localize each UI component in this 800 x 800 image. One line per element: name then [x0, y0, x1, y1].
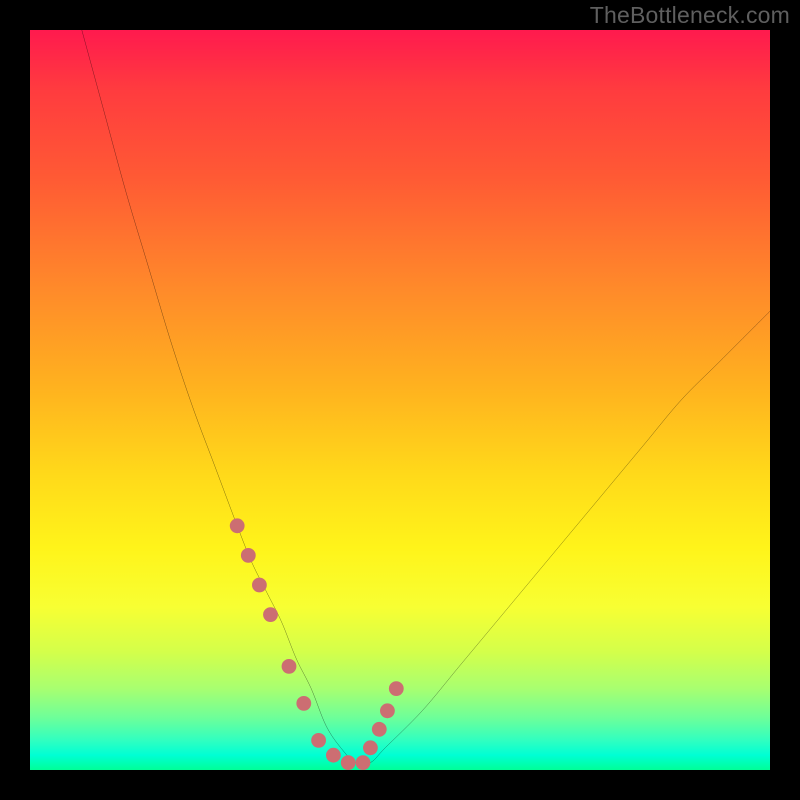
- threshold-dot: [389, 681, 404, 696]
- threshold-dot: [326, 748, 341, 763]
- threshold-dot: [311, 733, 326, 748]
- threshold-dot: [230, 518, 245, 533]
- threshold-dot: [241, 548, 256, 563]
- threshold-dot: [380, 703, 395, 718]
- threshold-dots: [230, 518, 404, 770]
- threshold-dot: [263, 607, 278, 622]
- threshold-dot: [296, 696, 311, 711]
- bottleneck-curve: [82, 30, 770, 764]
- chart-frame: TheBottleneck.com: [0, 0, 800, 800]
- threshold-dot: [252, 578, 267, 593]
- plot-area: [30, 30, 770, 770]
- threshold-dot: [363, 740, 378, 755]
- threshold-dot: [356, 755, 371, 770]
- threshold-dot: [341, 755, 356, 770]
- threshold-dot: [372, 722, 387, 737]
- watermark-text: TheBottleneck.com: [590, 2, 790, 29]
- threshold-dot: [282, 659, 297, 674]
- chart-svg: [30, 30, 770, 770]
